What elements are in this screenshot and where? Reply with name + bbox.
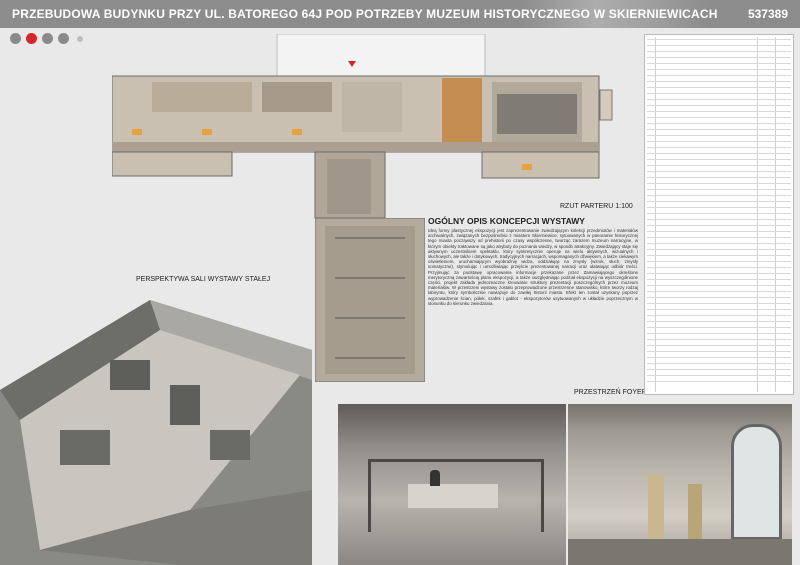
table-rule	[647, 189, 791, 190]
table-rule	[647, 291, 791, 292]
table-rule	[647, 153, 791, 154]
table-rule	[647, 369, 791, 370]
table-rule	[647, 285, 791, 286]
table-rule	[647, 381, 791, 382]
table-rule	[647, 249, 791, 250]
table-rule	[647, 123, 791, 124]
concept-description: OGÓLNY OPIS KONCEPCJI WYSTAWY Ideą formy…	[428, 216, 638, 401]
perspective-render	[0, 290, 312, 565]
table-rule	[647, 87, 791, 88]
table-rule	[647, 231, 791, 232]
page-dot-5[interactable]	[77, 36, 83, 42]
table-rule	[647, 339, 791, 340]
table-rule	[647, 297, 791, 298]
page-dot-3[interactable]	[42, 33, 53, 44]
table-rule	[647, 141, 791, 142]
board-title: PRZEBUDOWA BUDYNKU PRZY UL. BATOREGO 64J…	[12, 7, 718, 21]
table-rule	[647, 309, 791, 310]
table-rule	[647, 45, 791, 46]
table-rule	[647, 375, 791, 376]
table-rule	[647, 111, 791, 112]
table-rule	[647, 279, 791, 280]
table-rule	[647, 57, 791, 58]
table-rule	[647, 261, 791, 262]
foyer-render-right	[568, 404, 792, 565]
plan-caption: RZUT PARTERU 1:100	[560, 203, 633, 210]
table-rule	[647, 129, 791, 130]
table-rule	[647, 207, 791, 208]
table-rule	[647, 159, 791, 160]
perspective-caption: PERSPEKTYWA SALI WYSTAWY STAŁEJ	[136, 276, 271, 283]
table-rule	[647, 39, 791, 40]
table-rule	[647, 183, 791, 184]
table-rule	[647, 147, 791, 148]
area-table	[644, 34, 794, 395]
foyer-caption: PRZESTRZEŃ FOYER	[574, 389, 647, 396]
description-body: Ideą formy plastycznej ekspozycji jest z…	[428, 228, 638, 306]
table-rule	[647, 315, 791, 316]
table-rule	[647, 51, 791, 52]
header-bar: PRZEBUDOWA BUDYNKU PRZY UL. BATOREGO 64J…	[0, 0, 800, 28]
table-rule	[647, 69, 791, 70]
table-rule	[647, 165, 791, 166]
table-rule	[647, 327, 791, 328]
table-rule	[647, 171, 791, 172]
table-rule	[647, 363, 791, 364]
table-rule	[647, 303, 791, 304]
foyer-render-left	[338, 404, 566, 565]
page-dot-1[interactable]	[10, 33, 21, 44]
page-dot-4[interactable]	[58, 33, 69, 44]
table-rule	[647, 135, 791, 136]
table-rule	[647, 81, 791, 82]
table-rule	[647, 273, 791, 274]
table-rule	[647, 105, 791, 106]
table-rule	[647, 93, 791, 94]
table-rule	[647, 117, 791, 118]
exhibition-wing-plan	[315, 218, 425, 382]
table-rule	[647, 99, 791, 100]
table-rule	[647, 351, 791, 352]
table-rule	[647, 237, 791, 238]
table-rule	[647, 225, 791, 226]
table-rule	[647, 321, 791, 322]
table-rule	[647, 255, 791, 256]
table-rule	[647, 195, 791, 196]
table-rule	[647, 267, 791, 268]
table-rule	[647, 213, 791, 214]
board-code: 537389	[747, 7, 788, 21]
table-rule	[647, 219, 791, 220]
table-rule	[647, 357, 791, 358]
table-rule	[647, 243, 791, 244]
page-dot-2-active[interactable]	[26, 33, 37, 44]
table-rule	[647, 333, 791, 334]
table-rule	[647, 345, 791, 346]
description-heading: OGÓLNY OPIS KONCEPCJI WYSTAWY	[428, 216, 585, 226]
table-rule	[647, 75, 791, 76]
table-rule	[647, 63, 791, 64]
table-rule	[647, 201, 791, 202]
floor-plan	[112, 34, 613, 219]
table-rule	[647, 177, 791, 178]
